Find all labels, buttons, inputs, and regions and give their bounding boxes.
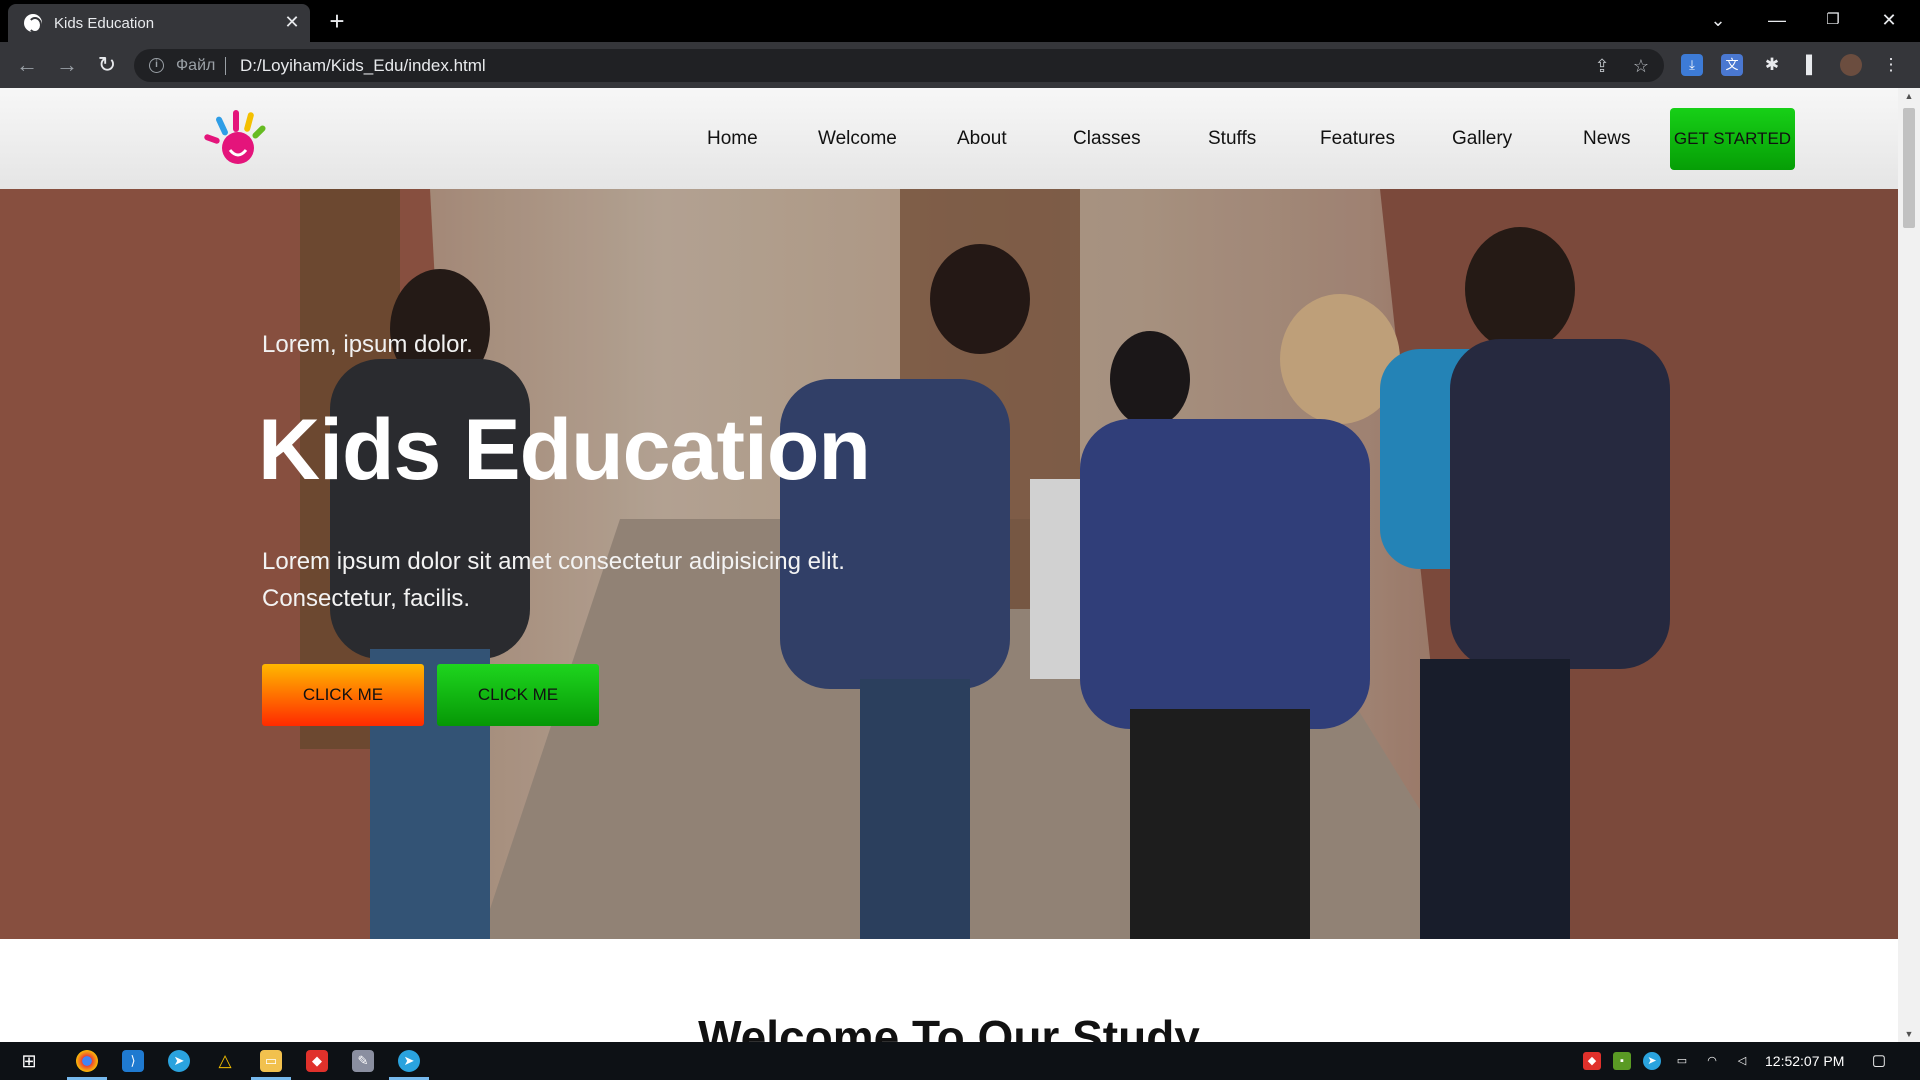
nav-welcome[interactable]: Welcome bbox=[818, 128, 897, 150]
scroll-up-icon[interactable]: ▲ bbox=[1898, 88, 1920, 104]
hero-primary-button[interactable]: CLICK ME bbox=[262, 664, 424, 726]
windows-start-icon[interactable]: ⊞ bbox=[18, 1050, 40, 1072]
page-viewport: Home Welcome About Classes Stuffs Featur… bbox=[0, 88, 1898, 1042]
reload-button[interactable]: ↻ bbox=[92, 50, 122, 80]
globe-icon bbox=[24, 14, 42, 33]
nav-gallery[interactable]: Gallery bbox=[1452, 128, 1512, 150]
restore-button[interactable]: ❐ bbox=[1810, 4, 1856, 36]
profile-avatar[interactable] bbox=[1840, 54, 1862, 76]
back-button[interactable]: ← bbox=[12, 50, 42, 80]
get-started-button[interactable]: GET STARTED bbox=[1670, 108, 1795, 170]
hero-section: Lorem, ipsum dolor. Kids Education Lorem… bbox=[0, 189, 1898, 939]
hero-description: Lorem ipsum dolor sit amet consectetur a… bbox=[262, 548, 845, 612]
tray-telegram-icon[interactable]: ➤ bbox=[1643, 1052, 1661, 1070]
nav-news[interactable]: News bbox=[1583, 128, 1631, 150]
site-header: Home Welcome About Classes Stuffs Featur… bbox=[0, 88, 1898, 189]
anydesk-icon[interactable]: ◆ bbox=[306, 1050, 328, 1072]
forward-button[interactable]: → bbox=[52, 50, 82, 80]
wifi-icon[interactable]: ◠ bbox=[1703, 1052, 1721, 1070]
tab-search-icon[interactable]: ⌄ bbox=[1695, 4, 1741, 36]
url-text[interactable]: D:/Loyiham/Kids_Edu/index.html bbox=[240, 56, 486, 76]
extensions-puzzle-icon[interactable]: ✱ bbox=[1761, 54, 1783, 76]
nav-home[interactable]: Home bbox=[707, 128, 758, 150]
close-window-button[interactable]: ✕ bbox=[1866, 4, 1912, 36]
telegram-icon[interactable]: ➤ bbox=[168, 1050, 190, 1072]
nav-classes[interactable]: Classes bbox=[1073, 128, 1141, 150]
download-extension-icon[interactable]: ⤓ bbox=[1681, 54, 1703, 76]
bookmark-star-icon[interactable]: ☆ bbox=[1630, 55, 1652, 77]
notifications-icon[interactable]: ▢ bbox=[1870, 1052, 1888, 1070]
share-icon[interactable]: ⇪ bbox=[1591, 55, 1613, 77]
new-tab-button[interactable]: + bbox=[322, 6, 352, 36]
battery-icon[interactable]: ▭ bbox=[1673, 1052, 1691, 1070]
tab-close-icon[interactable]: ✕ bbox=[282, 12, 302, 32]
address-bar[interactable]: i Файл D:/Loyiham/Kids_Edu/index.html ⇪ … bbox=[134, 49, 1664, 82]
scheme-label: Файл bbox=[176, 57, 216, 74]
hero-kicker: Lorem, ipsum dolor. bbox=[262, 331, 473, 358]
nav-about[interactable]: About bbox=[957, 128, 1007, 150]
vscode-icon[interactable]: ⟩ bbox=[122, 1050, 144, 1072]
drive-icon[interactable]: △ bbox=[214, 1050, 236, 1072]
nav-features[interactable]: Features bbox=[1320, 128, 1395, 150]
file-explorer-icon[interactable]: ▭ bbox=[260, 1050, 282, 1072]
hand-logo-icon[interactable] bbox=[202, 106, 276, 172]
minimize-button[interactable]: — bbox=[1754, 4, 1800, 36]
hero-title: Kids Education bbox=[258, 402, 871, 498]
volume-icon[interactable]: ◁ bbox=[1733, 1052, 1751, 1070]
url-divider bbox=[225, 57, 226, 75]
browser-menu-icon[interactable]: ⋮ bbox=[1880, 54, 1902, 76]
side-panel-icon[interactable]: ▌ bbox=[1801, 54, 1823, 76]
hero-secondary-button[interactable]: CLICK ME bbox=[437, 664, 599, 726]
app-icon[interactable]: ✎ bbox=[352, 1050, 374, 1072]
tray-anydesk-icon[interactable]: ◆ bbox=[1583, 1052, 1601, 1070]
windows-taskbar: ⊞ ⟩ ➤ △ ▭ ◆ ✎ ➤ ◆ ▪ ➤ ▭ ◠ ◁ 12:52:07 PM … bbox=[0, 1042, 1920, 1080]
browser-tab[interactable]: Kids Education ✕ bbox=[8, 4, 310, 42]
welcome-section-title: Welcome To Our Study bbox=[698, 1011, 1200, 1042]
page-scrollbar[interactable]: ▲ ▼ bbox=[1898, 88, 1920, 1042]
translate-extension-icon[interactable]: 文 bbox=[1721, 54, 1743, 76]
tray-nvidia-icon[interactable]: ▪ bbox=[1613, 1052, 1631, 1070]
tab-title: Kids Education bbox=[54, 15, 155, 32]
telegram-second-icon[interactable]: ➤ bbox=[398, 1050, 420, 1072]
browser-tab-strip: Kids Education ✕ + ⌄ — ❐ ✕ bbox=[0, 0, 1920, 42]
nav-stuffs[interactable]: Stuffs bbox=[1208, 128, 1256, 150]
info-icon[interactable]: i bbox=[149, 58, 164, 73]
taskbar-clock[interactable]: 12:52:07 PM bbox=[1765, 1053, 1844, 1069]
scroll-thumb[interactable] bbox=[1903, 108, 1915, 228]
browser-toolbar: ← → ↻ i Файл D:/Loyiham/Kids_Edu/index.h… bbox=[0, 42, 1920, 88]
chrome-icon[interactable] bbox=[76, 1050, 98, 1072]
scroll-down-icon[interactable]: ▼ bbox=[1898, 1026, 1920, 1042]
